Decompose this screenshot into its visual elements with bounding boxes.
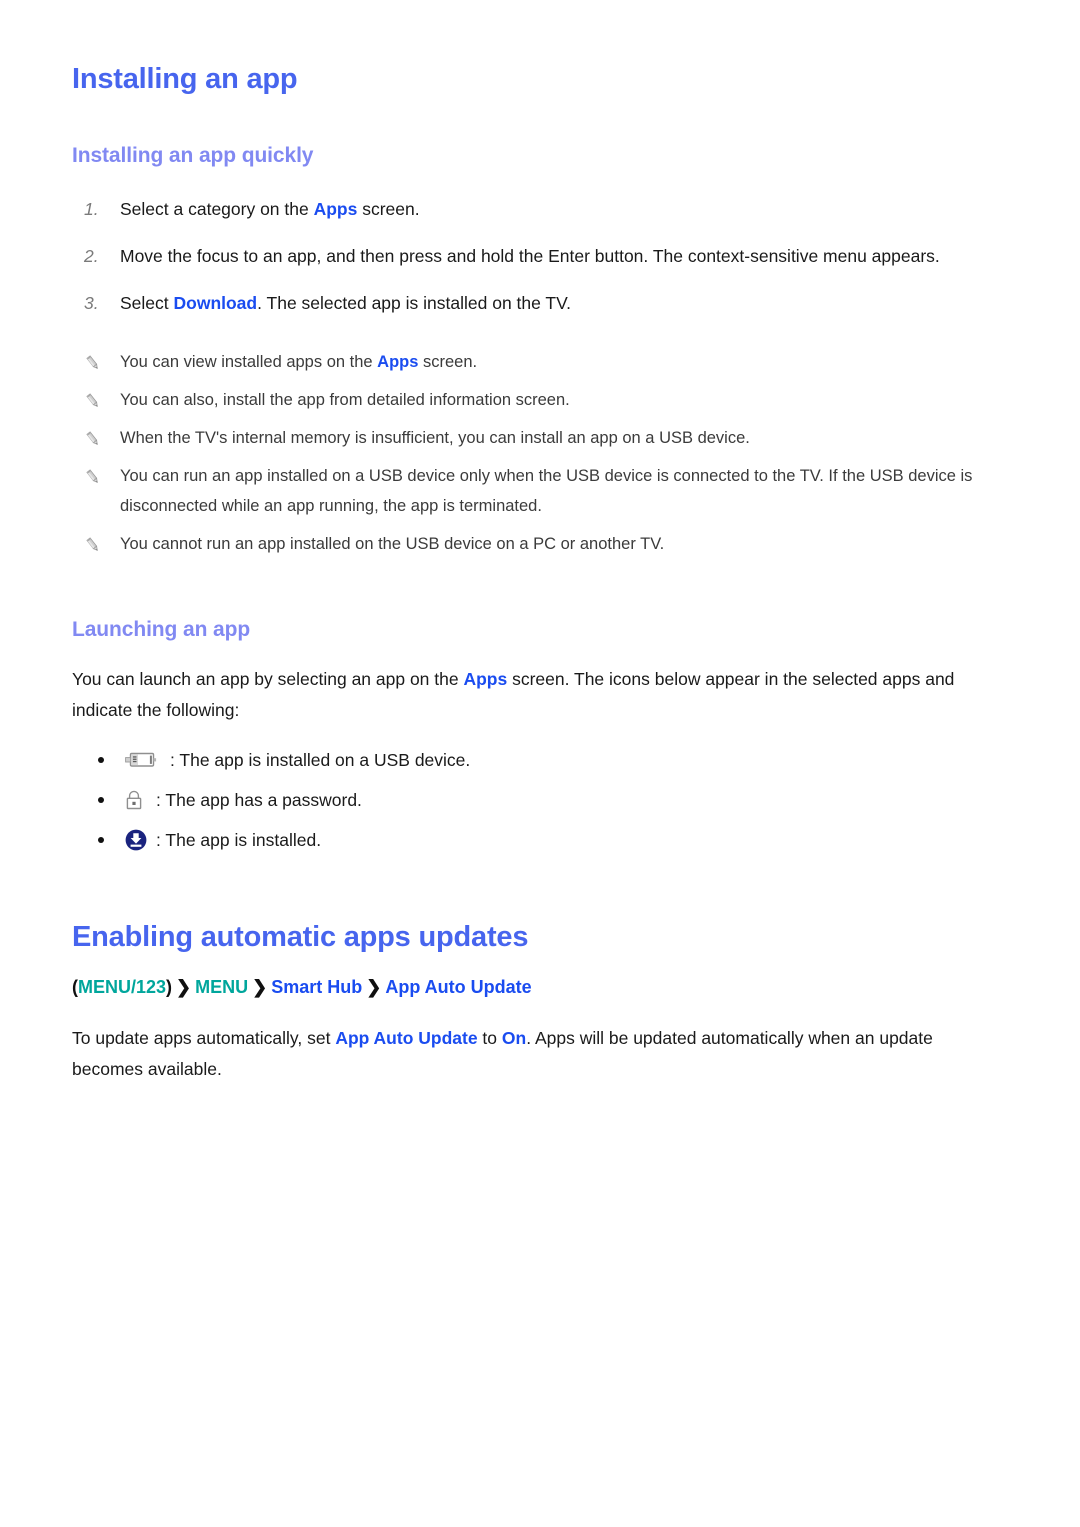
list-item: : The app is installed.	[72, 820, 1008, 860]
breadcrumb-menu123[interactable]: MENU/123	[78, 977, 166, 997]
breadcrumb-menu[interactable]: MENU	[195, 977, 248, 997]
list-item: 3. Select Download. The selected app is i…	[72, 288, 1008, 319]
password-legend-label: : The app has a password.	[156, 790, 362, 811]
list-item: You can also, install the app from detai…	[72, 385, 1008, 415]
breadcrumb: (MENU/123) ❯ MENU ❯ Smart Hub ❯ App Auto Updat…	[72, 973, 1008, 1001]
bullet-dot	[98, 797, 104, 804]
chevron-right-icon: ❯	[176, 976, 192, 997]
intro-text: You can launch an app by selecting an ap…	[72, 669, 464, 690]
app-auto-update-link[interactable]: App Auto Update	[335, 1028, 477, 1048]
pencil-icon	[84, 428, 102, 446]
usb-legend-label: : The app is installed on a USB device.	[170, 750, 471, 771]
bullet-dot	[98, 757, 104, 764]
document-page: Installing an app Installing an app quic…	[0, 0, 1080, 1527]
update-body-paragraph: To update apps automatically, set App Au…	[72, 1023, 1002, 1085]
step-number: 3.	[84, 292, 99, 313]
breadcrumb-smart-hub[interactable]: Smart Hub	[271, 977, 362, 997]
breadcrumb-app-auto-update[interactable]: App Auto Update	[385, 977, 531, 997]
install-steps-list: 1. Select a category on the Apps screen. …	[72, 194, 1008, 319]
step-text: Select	[120, 292, 174, 313]
app-icon-legend-list: : The app is installed on a USB device. …	[72, 740, 1008, 860]
apps-link[interactable]: Apps	[377, 353, 418, 371]
list-item: You can view installed apps on the Apps …	[72, 347, 1008, 377]
list-item: 1. Select a category on the Apps screen.	[72, 194, 1008, 225]
usb-device-icon	[124, 740, 158, 780]
download-circle-icon	[124, 820, 148, 860]
chevron-right-icon: ❯	[366, 976, 382, 997]
installed-legend-label: : The app is installed.	[156, 830, 322, 851]
note-text: You can also, install the app from detai…	[120, 390, 570, 409]
note-text: When the TV's internal memory is insuffi…	[120, 428, 750, 447]
list-item: You cannot run an app installed on the U…	[72, 529, 1008, 559]
pencil-icon	[84, 390, 102, 408]
padlock-icon	[124, 780, 144, 820]
list-item: 2. Move the focus to an app, and then pre…	[72, 241, 1008, 272]
bullet-dot	[98, 837, 104, 844]
step-text: Select a category on the	[120, 198, 314, 219]
list-item: When the TV's internal memory is insuffi…	[72, 423, 1008, 453]
page-title: Installing an app	[72, 63, 298, 95]
step-text-suffix: screen.	[357, 198, 420, 219]
note-text: You cannot run an app installed on the U…	[120, 534, 665, 553]
pencil-icon	[84, 352, 102, 370]
note-text-suffix: screen.	[418, 352, 478, 371]
pencil-icon	[84, 534, 102, 552]
section-heading-launching: Launching an app	[72, 617, 251, 641]
step-text: Move the focus to an app, and then press…	[120, 245, 940, 266]
list-item: You can run an app installed on a USB de…	[72, 461, 1008, 521]
apps-link[interactable]: Apps	[463, 669, 507, 689]
pencil-icon	[84, 466, 102, 484]
launching-intro-paragraph: You can launch an app by selecting an ap…	[72, 664, 1002, 726]
on-value-link[interactable]: On	[502, 1028, 526, 1048]
step-number: 2.	[84, 245, 99, 266]
download-link[interactable]: Download	[174, 293, 258, 313]
update-text-middle: to	[477, 1027, 502, 1048]
list-item: : The app is installed on a USB device.	[72, 740, 1008, 780]
section-heading-installing-quickly: Installing an app quickly	[72, 143, 314, 167]
step-text-suffix: . The selected app is installed on the T…	[257, 292, 572, 313]
note-text: You can view installed apps on the	[120, 352, 378, 371]
install-notes-list: You can view installed apps on the Apps …	[72, 347, 1008, 559]
update-text: To update apps automatically, set	[72, 1027, 336, 1048]
section-heading-enabling-updates: Enabling automatic apps updates	[72, 921, 529, 954]
chevron-right-icon: ❯	[252, 976, 268, 997]
list-item: : The app has a password.	[72, 780, 1008, 820]
note-text: You can run an app installed on a USB de…	[120, 466, 973, 515]
step-number: 1.	[84, 198, 99, 219]
apps-link[interactable]: Apps	[314, 199, 358, 219]
